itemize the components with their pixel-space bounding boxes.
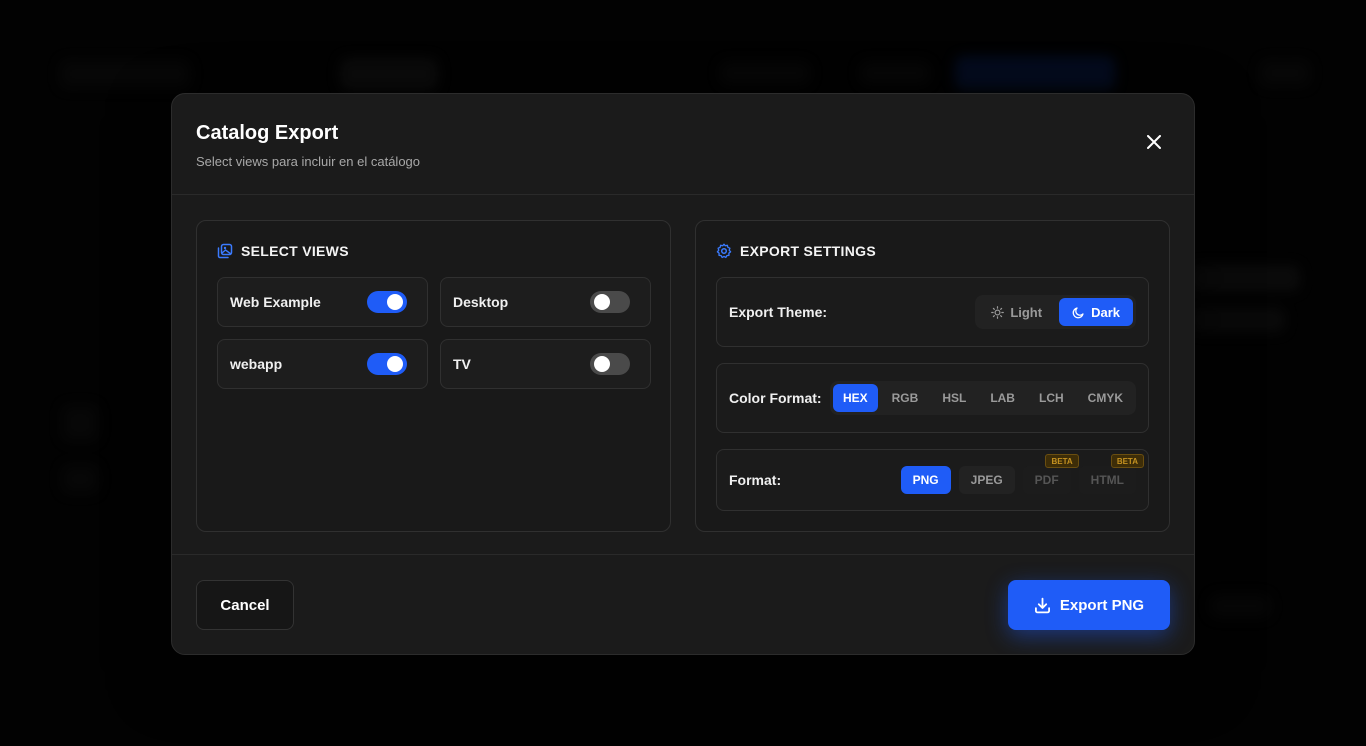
export-theme-label: Export Theme:	[729, 304, 828, 320]
theme-light-button[interactable]: Light	[978, 298, 1055, 326]
view-card-web-example[interactable]: Web Example	[217, 277, 428, 327]
dialog-title: Catalog Export	[196, 122, 339, 144]
dialog-header: Catalog Export Select views para incluir…	[172, 94, 1194, 195]
export-settings-heading-text: EXPORT SETTINGS	[740, 243, 876, 259]
color-format-hsl[interactable]: HSL	[932, 384, 976, 412]
theme-light-label: Light	[1010, 304, 1043, 320]
export-settings-panel: EXPORT SETTINGS Export Theme: Light Dark…	[695, 220, 1170, 532]
select-views-panel: SELECT VIEWS Web Example Desktop webapp …	[196, 220, 671, 532]
view-label: Desktop	[453, 294, 509, 310]
cancel-button[interactable]: Cancel	[196, 580, 294, 630]
download-icon	[1034, 597, 1050, 613]
format-png-button[interactable]: PNG	[900, 466, 951, 494]
theme-dark-button[interactable]: Dark	[1059, 298, 1133, 326]
file-format-row: Format: PNG JPEG PDF BETA HTML BETA	[716, 449, 1149, 511]
view-card-webapp[interactable]: webapp	[217, 339, 428, 389]
select-views-heading-text: SELECT VIEWS	[241, 243, 349, 259]
catalog-export-dialog: Catalog Export Select views para incluir…	[171, 93, 1195, 655]
close-button[interactable]	[1144, 132, 1164, 152]
view-label: webapp	[230, 356, 283, 372]
color-format-label: Color Format:	[729, 390, 822, 406]
format-html-label: HTML	[1090, 473, 1124, 487]
dialog-subtitle: Select views para incluir en el catálogo	[196, 154, 421, 169]
export-button-label: Export PNG	[1059, 596, 1145, 614]
format-html-button: HTML BETA	[1078, 454, 1144, 494]
view-toggle[interactable]	[590, 353, 630, 375]
color-format-selector: HEX RGB HSL LAB LCH CMYK	[829, 381, 1136, 415]
close-icon	[1147, 135, 1161, 149]
toggle-knob	[594, 294, 610, 310]
images-icon	[217, 243, 233, 259]
toggle-knob	[387, 356, 403, 372]
export-button[interactable]: Export PNG	[1008, 580, 1170, 630]
view-label: Web Example	[230, 294, 321, 310]
sun-icon	[991, 305, 1005, 319]
theme-selector: Light Dark	[975, 295, 1136, 329]
file-format-selector: PNG JPEG PDF BETA HTML BETA	[900, 454, 1144, 494]
view-toggle[interactable]	[367, 353, 407, 375]
file-format-label: Format:	[729, 472, 782, 488]
color-format-hex[interactable]: HEX	[832, 384, 878, 412]
color-format-lch[interactable]: LCH	[1029, 384, 1074, 412]
view-card-tv[interactable]: TV	[440, 339, 651, 389]
toggle-knob	[387, 294, 403, 310]
color-format-rgb[interactable]: RGB	[882, 384, 929, 412]
dialog-footer: Cancel Export PNG	[172, 555, 1194, 654]
format-pdf-button: PDF BETA	[1022, 454, 1079, 494]
view-label: TV	[453, 356, 471, 372]
beta-badge: BETA	[1110, 454, 1144, 468]
format-pdf-label: PDF	[1034, 473, 1059, 487]
color-format-cmyk[interactable]: CMYK	[1078, 384, 1133, 412]
view-toggle[interactable]	[367, 291, 407, 313]
color-format-row: Color Format: HEX RGB HSL LAB LCH CMYK	[716, 363, 1149, 433]
gear-icon	[716, 243, 732, 259]
export-theme-row: Export Theme: Light Dark	[716, 277, 1149, 347]
view-toggle[interactable]	[590, 291, 630, 313]
theme-dark-label: Dark	[1091, 304, 1120, 320]
toggle-knob	[594, 356, 610, 372]
select-views-heading: SELECT VIEWS	[217, 243, 349, 259]
view-card-desktop[interactable]: Desktop	[440, 277, 651, 327]
format-jpeg-button[interactable]: JPEG	[958, 466, 1015, 494]
beta-badge: BETA	[1045, 454, 1079, 468]
export-settings-heading: EXPORT SETTINGS	[716, 243, 876, 259]
dialog-body: SELECT VIEWS Web Example Desktop webapp …	[172, 195, 1194, 555]
moon-icon	[1072, 306, 1084, 318]
color-format-lab[interactable]: LAB	[980, 384, 1025, 412]
